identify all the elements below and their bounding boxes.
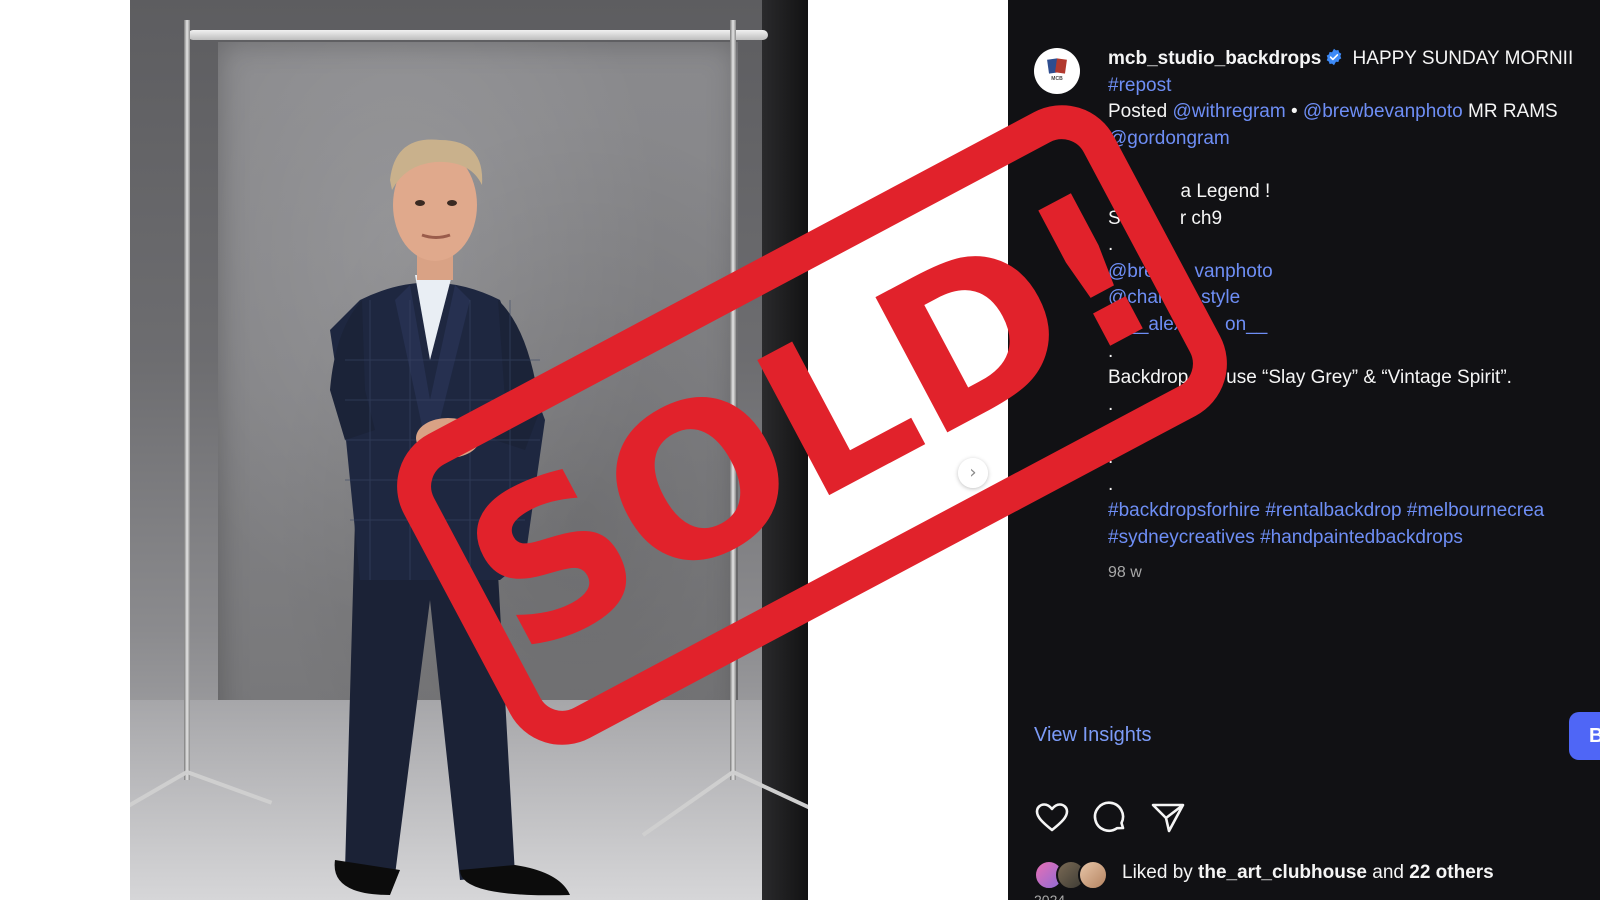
post-caption: mcb_studio_backdrops HAPPY SUNDAY MORNII… xyxy=(1108,46,1600,551)
caption-text: . xyxy=(1108,446,1114,468)
caption-line: Wh a Legend ! xyxy=(1108,179,1600,206)
hashtag-link[interactable]: #repost xyxy=(1108,75,1171,96)
hashtag-links[interactable]: #backdropsforhire #rentalbackdrop #melbo… xyxy=(1108,500,1544,521)
carousel-next-button[interactable]: › xyxy=(958,458,988,488)
caption-text: . xyxy=(1108,420,1114,442)
caption-line: @chann style xyxy=(1108,285,1600,312)
post-date: 2024 xyxy=(1034,892,1066,900)
view-insights-link[interactable]: View Insights xyxy=(1034,724,1151,747)
send-icon[interactable] xyxy=(1150,800,1186,836)
caption-line: . xyxy=(1108,445,1600,472)
caption-line: #sydneycreatives #handpaintedbackdrops xyxy=(1108,525,1600,552)
mention-link[interactable]: @gordongram xyxy=(1108,128,1230,149)
post-details-panel: MCB mcb_studio_backdrops HAPPY SUNDAY MO… xyxy=(1008,0,1600,900)
caption-text: Wh xyxy=(1108,180,1137,202)
mention-link[interactable]: @brewbevanphoto xyxy=(1303,101,1463,122)
mention-link[interactable]: @chann xyxy=(1108,287,1179,308)
caption-text: a Legend ! xyxy=(1180,180,1271,202)
caption-line: . xyxy=(1108,152,1600,179)
page: › MCB mcb_studio_backdrops HAPPY SUNDAY … xyxy=(0,0,1600,900)
caption-text: Posted xyxy=(1108,101,1173,123)
caption-line: @__alexw on__ xyxy=(1108,312,1600,339)
likes-prefix: Liked by xyxy=(1122,862,1199,883)
avatar-label: MCB xyxy=(1051,76,1063,82)
likes-mid: and xyxy=(1366,862,1410,883)
caption-line: #repost xyxy=(1108,73,1600,100)
caption-text: . xyxy=(1108,340,1114,362)
caption-line: . xyxy=(1108,392,1600,419)
caption-text: r ch9 xyxy=(1179,207,1223,229)
verified-badge-icon xyxy=(1327,48,1342,66)
caption-text: • xyxy=(1285,101,1303,123)
liked-user[interactable]: the_art_clubhouse xyxy=(1198,862,1367,883)
boost-post-button[interactable]: B xyxy=(1569,712,1600,760)
mention-link[interactable]: vanphoto xyxy=(1194,261,1272,282)
mention-link[interactable]: @_ xyxy=(1108,314,1138,335)
mention-link[interactable]: style xyxy=(1201,287,1240,308)
avatar xyxy=(1078,860,1108,890)
mention-link[interactable]: @withregram xyxy=(1172,101,1285,122)
caption-line: #backdropsforhire #rentalbackdrop #melbo… xyxy=(1108,498,1600,525)
chevron-right-icon: › xyxy=(969,462,977,483)
avatar-swatch xyxy=(1055,58,1067,74)
caption-text: Backdrop xyxy=(1108,367,1189,389)
caption-line: . xyxy=(1108,472,1600,499)
mention-link[interactable]: _alexw xyxy=(1138,314,1197,335)
caption-line: . xyxy=(1108,232,1600,259)
caption-text: n use “Slay Grey” & “Vintage Spirit”. xyxy=(1210,367,1512,389)
post-timestamp[interactable]: 98 w xyxy=(1108,564,1142,582)
likes-others[interactable]: 22 others xyxy=(1409,862,1493,883)
caption-text: . xyxy=(1108,473,1114,495)
caption-text: . xyxy=(1108,154,1114,176)
username[interactable]: mcb_studio_backdrops xyxy=(1108,48,1321,69)
heart-icon[interactable] xyxy=(1034,800,1070,836)
caption-line: Sho r ch9 xyxy=(1108,206,1600,233)
hashtag-links[interactable]: #sydneycreatives #handpaintedbackdrops xyxy=(1108,527,1463,548)
caption-line: Posted @withregram • @brewbevanphoto MR … xyxy=(1108,99,1600,126)
photo-subject xyxy=(330,139,570,896)
caption-line: @gordongram xyxy=(1108,126,1600,153)
likes-text[interactable]: Liked by the_art_clubhouse and 22 others xyxy=(1122,862,1494,884)
caption-text: . xyxy=(1108,234,1114,256)
mention-link[interactable]: @brew xyxy=(1108,261,1168,282)
caption-line: mcb_studio_backdrops HAPPY SUNDAY MORNII xyxy=(1108,46,1600,73)
liker-avatars xyxy=(1034,860,1108,890)
caption-text: Sho xyxy=(1108,207,1142,229)
caption-line: . xyxy=(1108,339,1600,366)
caption-line: . xyxy=(1108,418,1600,445)
caption-line: @brew vanphoto xyxy=(1108,259,1600,286)
post-photo[interactable] xyxy=(130,0,808,900)
mention-link[interactable]: on__ xyxy=(1225,314,1267,335)
comment-icon[interactable] xyxy=(1092,800,1128,836)
caption-text: HAPPY SUNDAY MORNII xyxy=(1347,48,1574,69)
caption-text: . xyxy=(1108,393,1114,415)
avatar[interactable]: MCB xyxy=(1034,48,1080,94)
caption-text: MR RAMS xyxy=(1462,101,1558,123)
caption-line: Backdrop n use “Slay Grey” & “Vintage Spi… xyxy=(1108,365,1600,392)
